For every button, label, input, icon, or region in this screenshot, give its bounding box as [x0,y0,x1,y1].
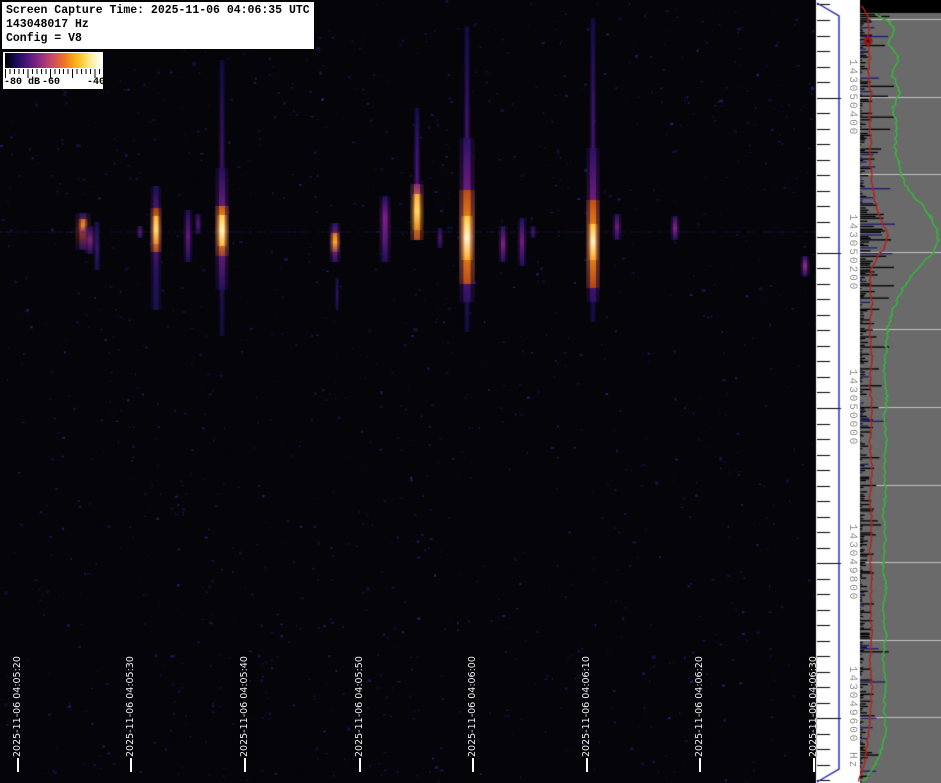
time-axis-label: 2025-11-06 04:06:00 [467,656,478,757]
center-frequency-text: 143048017 Hz [6,18,310,32]
time-axis-tick [699,758,701,772]
frequency-axis-label: 143049800 [846,524,858,601]
frequency-axis-label: 143050400 [846,59,858,136]
spectrum-lab-screen: Screen Capture Time: 2025-11-06 04:06:35… [0,0,941,783]
amplitude-colorbar: -80 dB -60 -40 [3,52,103,89]
time-axis-tick [359,758,361,772]
time-axis-label: 2025-11-06 04:06:30 [808,656,819,757]
time-axis-label: 2025-11-06 04:05:30 [125,656,136,757]
colorbar-gradient [5,53,101,68]
frequency-axis-label: 143049600 Hz [846,666,858,769]
colorbar-label-mid: -60 [42,77,60,88]
time-axis-tick [586,758,588,772]
time-axis-tick [472,758,474,772]
time-axis-tick [813,758,815,772]
frequency-axis-label: 143050000 [846,369,858,446]
time-axis-tick [17,758,19,772]
config-text: Config = V8 [6,32,310,46]
colorbar-label-min: -80 dB [4,77,40,88]
colorbar-label-max: -40 [87,77,105,88]
capture-time-text: Screen Capture Time: 2025-11-06 04:06:35… [6,4,310,18]
time-axis-tick [244,758,246,772]
time-axis-tick [130,758,132,772]
time-axis-label: 2025-11-06 04:05:50 [354,656,365,757]
time-axis-label: 2025-11-06 04:05:40 [239,656,250,757]
time-axis-label: 2025-11-06 04:06:20 [694,656,705,757]
time-axis-label: 2025-11-06 04:05:20 [12,656,23,757]
capture-info-box: Screen Capture Time: 2025-11-06 04:06:35… [1,1,315,50]
time-axis-label: 2025-11-06 04:06:10 [581,656,592,757]
frequency-axis-label: 143050200 [846,214,858,291]
